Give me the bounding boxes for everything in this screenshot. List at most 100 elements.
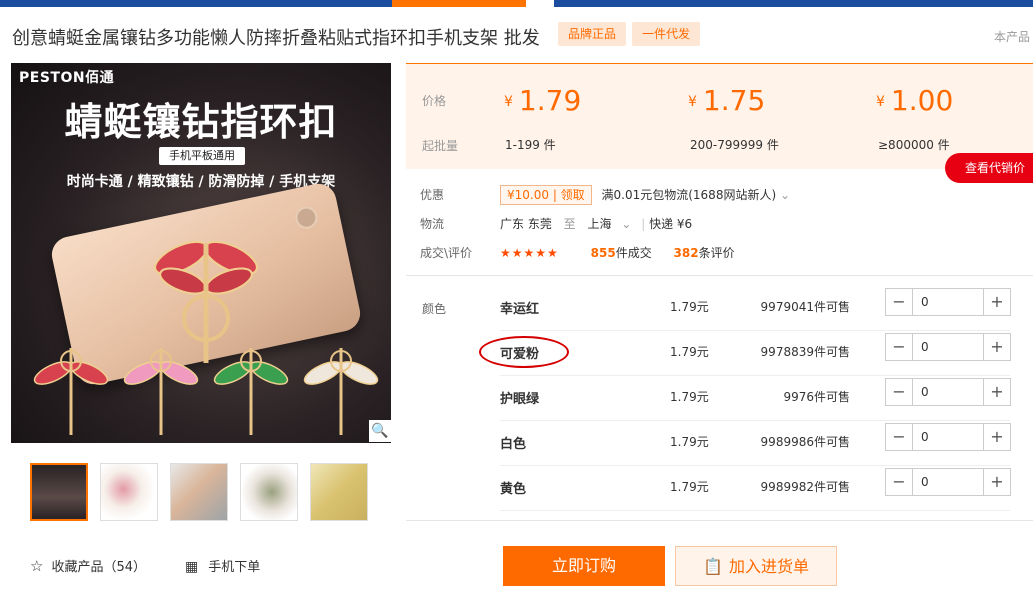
product-title: 创意蜻蜓金属镶钻多功能懒人防摔折叠粘贴式指环扣手机支架 批发	[12, 28, 540, 49]
quantity-input[interactable]	[913, 379, 982, 405]
dragonfly-variants-icon	[33, 348, 379, 435]
favorite-product-button[interactable]: ☆ 收藏产品（54）	[30, 556, 146, 575]
thumbnail-4[interactable]	[240, 463, 298, 521]
shipping-label: 物流	[420, 217, 445, 231]
add-to-cart-button[interactable]: 📋 加入进货单	[675, 546, 837, 586]
quantity-stepper: − +	[885, 378, 1011, 406]
ship-to-select[interactable]: 上海 ⌄	[588, 217, 638, 231]
express-fee: 快递 ¥6	[649, 217, 693, 231]
shipping-row: 物流 广东 东莞 至 上海 ⌄ | 快递 ¥6	[420, 215, 692, 232]
zoom-icon[interactable]: 🔍	[369, 420, 391, 442]
review-row: 成交\评价 ★★★★★ 855件成交 382条评价	[420, 244, 735, 261]
sku-color-label: 颜色	[422, 302, 447, 316]
minus-button[interactable]: −	[886, 334, 913, 360]
sku-name: 黄色	[500, 482, 527, 497]
view-agent-price-button[interactable]: 查看代销价	[945, 153, 1033, 183]
plus-button[interactable]: +	[983, 469, 1010, 495]
sku-stock: 9989982件可售	[760, 480, 850, 494]
sku-name: 护眼绿	[500, 392, 540, 407]
image-brand-logo: PESTON佰通	[19, 70, 115, 86]
image-badge: 手机平板通用	[159, 147, 245, 165]
quantity-input[interactable]	[913, 334, 982, 360]
reviews-label[interactable]: 条评价	[699, 246, 735, 260]
corner-text: 本产品	[994, 30, 1031, 44]
tier-1-price: ¥1.79	[504, 84, 581, 117]
star-outline-icon: ☆	[30, 557, 44, 575]
thumbnail-5[interactable]	[310, 463, 368, 521]
quantity-input[interactable]	[913, 469, 982, 495]
clipboard-icon: 📋	[703, 557, 723, 576]
divider-bar: |	[641, 217, 646, 231]
sku-row: 护眼绿 1.79元 9976件可售 − +	[500, 376, 1011, 421]
tier-3-batch: ≥800000 件	[878, 138, 950, 152]
quantity-stepper: − +	[885, 423, 1011, 451]
rating-stars-icon: ★★★★★	[500, 246, 559, 260]
plus-button[interactable]: +	[983, 424, 1010, 450]
section-divider	[406, 275, 1033, 276]
ship-to-word: 至	[563, 217, 576, 231]
section-divider	[406, 520, 1033, 521]
mobile-order-button[interactable]: ▦ 手机下单	[185, 556, 260, 575]
tier-2-price: ¥1.75	[688, 84, 765, 117]
tier-1-price-value: 1.79	[518, 84, 582, 117]
sku-price: 1.79元	[670, 435, 709, 449]
thumbnail-1[interactable]	[30, 463, 88, 521]
coupon-badge[interactable]: ¥10.00 | 领取	[500, 185, 592, 205]
highlight-circle-annotation	[479, 336, 569, 368]
chevron-down-icon[interactable]: ⌄	[780, 188, 790, 202]
sku-row: 可爱粉 1.79元 9978839件可售 − +	[500, 331, 1011, 376]
sku-stock: 9976件可售	[783, 390, 850, 404]
buy-now-button[interactable]: 立即订购	[503, 546, 665, 586]
tier-1-batch: 1-199 件	[505, 138, 556, 152]
deals-count[interactable]: 855	[591, 246, 616, 260]
image-slogan: 时尚卡通 / 精致镶钻 / 防滑防掉 / 手机支架	[66, 174, 336, 190]
price-box: 价格 起批量 ¥1.79 ¥1.75 ¥1.00 1-199 件 200-799…	[406, 63, 1033, 169]
reviews-count[interactable]: 382	[674, 246, 699, 260]
top-nav-gap	[526, 0, 554, 7]
plus-button[interactable]: +	[983, 379, 1010, 405]
thumbnail-2[interactable]	[100, 463, 158, 521]
sku-name: 白色	[500, 437, 527, 452]
sku-stock: 9979041件可售	[760, 300, 850, 314]
ship-to-value: 上海	[587, 217, 612, 231]
main-product-image[interactable]: PESTON佰通 蜻蜓镶钻指环扣 手机平板通用 时尚卡通 / 精致镶钻 / 防滑…	[11, 63, 391, 443]
mobile-order-label: 手机下单	[208, 560, 261, 575]
coupon-amount: ¥10.00	[507, 188, 549, 202]
sku-price: 1.79元	[670, 390, 709, 404]
chevron-down-icon: ⌄	[621, 217, 632, 231]
currency-symbol: ¥	[876, 94, 885, 110]
sku-stock: 9978839件可售	[760, 345, 850, 359]
minus-button[interactable]: −	[886, 469, 913, 495]
plus-button[interactable]: +	[983, 334, 1010, 360]
quantity-stepper: − +	[885, 333, 1011, 361]
sku-row: 幸运红 1.79元 9979041件可售 − +	[500, 286, 1011, 331]
currency-symbol: ¥	[504, 94, 513, 110]
thumbnail-3[interactable]	[170, 463, 228, 521]
sku-row: 白色 1.79元 9989986件可售 − +	[500, 421, 1011, 466]
sku-price: 1.79元	[670, 480, 709, 494]
quantity-input[interactable]	[913, 424, 982, 450]
ship-from: 广东 东莞	[500, 217, 552, 231]
quantity-input[interactable]	[913, 289, 982, 315]
minus-button[interactable]: −	[886, 289, 913, 315]
promo-text[interactable]: 满0.01元包物流(1688网站新人)	[602, 188, 777, 202]
coupon-claim: 领取	[560, 188, 585, 202]
sku-row: 黄色 1.79元 9989982件可售 − +	[500, 466, 1011, 511]
sku-stock: 9989986件可售	[760, 435, 850, 449]
tier-3-price-value: 1.00	[890, 84, 954, 117]
price-label: 价格	[422, 94, 447, 108]
tag-brand-genuine[interactable]: 品牌正品	[558, 22, 627, 46]
minus-button[interactable]: −	[886, 424, 913, 450]
quantity-stepper: − +	[885, 468, 1011, 496]
top-nav-bar	[0, 0, 1033, 7]
minus-button[interactable]: −	[886, 379, 913, 405]
camera-icon	[293, 204, 320, 231]
tag-dropship[interactable]: 一件代发	[632, 22, 701, 46]
tier-3-price: ¥1.00	[876, 84, 953, 117]
sku-name: 幸运红	[500, 302, 540, 317]
review-label: 成交\评价	[420, 246, 473, 260]
image-headline: 蜻蜓镶钻指环扣	[64, 100, 338, 144]
tier-2-price-value: 1.75	[702, 84, 766, 117]
deals-label[interactable]: 件成交	[616, 246, 652, 260]
plus-button[interactable]: +	[983, 289, 1010, 315]
